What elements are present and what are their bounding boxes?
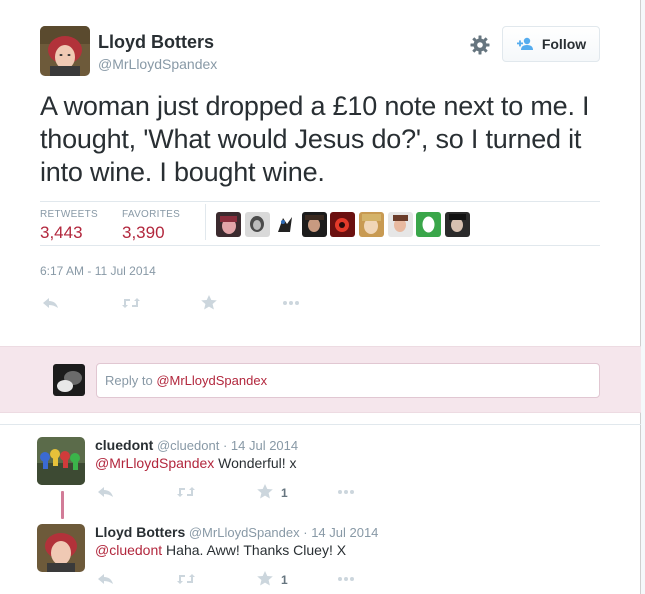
stats-divider-top xyxy=(40,201,600,202)
reply-body: Haha. Aww! Thanks Cluey! X xyxy=(162,542,347,558)
reply-icon[interactable] xyxy=(96,571,116,587)
replies-divider xyxy=(0,424,641,425)
reply-mention[interactable]: @cluedont xyxy=(95,542,162,558)
reply-avatar-cluedont[interactable] xyxy=(37,437,85,485)
follow-label: Follow xyxy=(541,36,587,52)
reply-placeholder-prefix: Reply to xyxy=(105,373,157,388)
thread-connector xyxy=(61,491,64,519)
author-handle[interactable]: @MrLloydSpandex xyxy=(98,56,217,72)
favorite-star-icon[interactable] xyxy=(200,294,220,310)
reply-separator: · xyxy=(219,438,231,453)
reply-body: Wonderful! x xyxy=(214,455,297,471)
reply-header: cluedont @cluedont · 14 Jul 2014 xyxy=(95,437,298,453)
reply-separator: · xyxy=(299,525,312,540)
retweets-count: 3,443 xyxy=(40,223,83,242)
current-user-avatar xyxy=(53,364,85,396)
reply-date[interactable]: 14 Jul 2014 xyxy=(311,525,378,540)
author-avatar[interactable] xyxy=(40,26,90,76)
reply-author-name[interactable]: Lloyd Botters xyxy=(95,524,185,540)
faver-avatar[interactable] xyxy=(273,212,299,237)
page-gutter xyxy=(641,0,645,594)
favorite-count: 1 xyxy=(281,486,288,500)
gear-icon[interactable] xyxy=(469,34,491,56)
reply-author-name[interactable]: cluedont xyxy=(95,437,153,453)
follow-button[interactable]: Follow xyxy=(502,26,600,62)
reply-icon[interactable] xyxy=(96,484,116,500)
faver-avatar[interactable] xyxy=(358,212,384,237)
reply-input[interactable]: Reply to @MrLloydSpandex xyxy=(96,363,600,398)
reply-author-handle[interactable]: @MrLloydSpandex xyxy=(189,525,300,540)
more-dots-icon[interactable] xyxy=(281,295,301,311)
favorite-count: 1 xyxy=(281,573,288,587)
retweets-label: RETWEETS xyxy=(40,209,98,220)
reply-text: @cluedont Haha. Aww! Thanks Cluey! X xyxy=(95,542,346,558)
favorite-star-icon[interactable] xyxy=(256,570,276,586)
reply-avatar-lloyd[interactable] xyxy=(37,524,85,572)
faver-avatar[interactable] xyxy=(330,212,356,237)
retweets-stat[interactable]: RETWEETS 3,443 xyxy=(40,209,98,243)
favorites-label: FAVORITES xyxy=(122,209,181,220)
tweet-text: A woman just dropped a £10 note next to … xyxy=(40,91,590,187)
reply-date[interactable]: 14 Jul 2014 xyxy=(231,438,298,453)
faver-avatar[interactable] xyxy=(244,212,270,237)
favorites-stat[interactable]: FAVORITES 3,390 xyxy=(122,209,180,243)
reply-placeholder-mention: @MrLloydSpandex xyxy=(156,373,268,388)
author-name[interactable]: Lloyd Botters xyxy=(98,32,214,53)
retweet-icon[interactable] xyxy=(176,484,196,500)
reply-text: @MrLloydSpandex Wonderful! x xyxy=(95,455,297,471)
retweet-icon[interactable] xyxy=(121,295,141,311)
reply-header: Lloyd Botters @MrLloydSpandex · 14 Jul 2… xyxy=(95,524,378,540)
add-user-icon xyxy=(516,37,536,51)
reply-mention[interactable]: @MrLloydSpandex xyxy=(95,455,214,471)
faver-avatar[interactable] xyxy=(387,212,413,237)
faver-avatar[interactable] xyxy=(216,212,241,237)
favoriters-avatars xyxy=(216,212,473,237)
stats-divider-bottom xyxy=(40,245,600,246)
more-dots-icon[interactable] xyxy=(336,484,356,500)
stats-separator xyxy=(205,204,206,240)
faver-avatar[interactable] xyxy=(301,212,327,237)
favorites-count: 3,390 xyxy=(122,223,165,242)
more-dots-icon[interactable] xyxy=(336,571,356,587)
reply-icon[interactable] xyxy=(41,295,61,311)
faver-avatar[interactable] xyxy=(444,212,470,237)
faver-avatar[interactable] xyxy=(416,212,442,237)
tweet-timestamp[interactable]: 6:17 AM - 11 Jul 2014 xyxy=(40,264,156,278)
retweet-icon[interactable] xyxy=(176,571,196,587)
favorite-star-icon[interactable] xyxy=(256,483,276,499)
reply-author-handle[interactable]: @cluedont xyxy=(157,438,219,453)
